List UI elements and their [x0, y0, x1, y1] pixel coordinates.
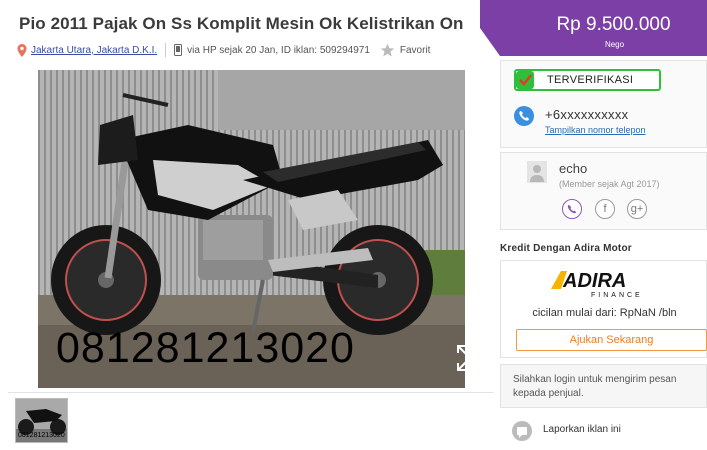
google-plus-icon[interactable]: g+	[627, 199, 647, 219]
expand-icon[interactable]	[455, 343, 485, 373]
viber-icon[interactable]	[562, 199, 582, 219]
installment-text: cicilan mulai dari: RpNaN /bln	[532, 307, 677, 319]
posted-info: via HP sejak 20 Jan, ID iklan: 509294971	[187, 44, 370, 56]
sidebar: Rp 9.500.000 Nego TERVERIFIKASI +6xxxxxx…	[480, 0, 707, 450]
listing-meta: Jakarta Utara, Jakarta D.K.I. via HP sej…	[17, 41, 430, 59]
phone-number: +6xxxxxxxxxx	[545, 107, 629, 122]
facebook-icon[interactable]: f	[595, 199, 615, 219]
location-pin-icon	[17, 43, 27, 57]
credit-title: Kredit Dengan Adira Motor	[500, 243, 632, 254]
svg-text:ADIRA: ADIRA	[562, 270, 626, 292]
favorite-link[interactable]: Favorit	[400, 45, 431, 56]
show-phone-link[interactable]: Tampilkan nomor telepon	[545, 125, 646, 135]
star-icon[interactable]	[380, 43, 395, 58]
thumbnail-phone-overlay: 081281213020	[18, 432, 65, 439]
user-box: echo (Member sejak Agt 2017) f g+	[500, 152, 707, 230]
price-amount: Rp 9.500.000	[556, 14, 671, 35]
report-link[interactable]: Laporkan iklan ini	[543, 424, 621, 435]
credit-box: ADIRA FINANCE cicilan mulai dari: RpNaN …	[500, 260, 707, 358]
listing-panel: Pio 2011 Pajak On Ss Komplit Mesin Ok Ke…	[8, 0, 494, 450]
avatar-icon	[527, 161, 547, 183]
phone-circle-icon	[514, 106, 534, 126]
photo-thumbnail[interactable]: 081281213020	[15, 398, 68, 443]
verified-label: TERVERIFIKASI	[547, 74, 634, 86]
verified-badge: TERVERIFIKASI	[514, 69, 661, 91]
meta-divider	[165, 43, 167, 57]
location-link[interactable]: Jakarta Utara, Jakarta D.K.I.	[31, 45, 157, 56]
report-icon[interactable]	[512, 421, 532, 441]
apply-button[interactable]: Ajukan Sekarang	[516, 329, 707, 351]
divider	[8, 392, 494, 393]
member-since: (Member sejak Agt 2017)	[559, 179, 660, 189]
login-notice: Silahkan login untuk mengirim pesan kepa…	[513, 374, 677, 399]
verified-check-icon	[516, 71, 534, 89]
adira-finance-logo: ADIRA FINANCE	[551, 270, 643, 299]
svg-text:FINANCE: FINANCE	[591, 292, 643, 299]
price-note: Nego	[604, 40, 625, 49]
phone-icon	[174, 44, 183, 56]
photo-phone-overlay: 081281213020	[56, 324, 355, 372]
seller-contact-box: TERVERIFIKASI +6xxxxxxxxxx Tampilkan nom…	[500, 60, 707, 148]
seller-name[interactable]: echo	[559, 161, 587, 176]
page-title: Pio 2011 Pajak On Ss Komplit Mesin Ok Ke…	[19, 14, 464, 33]
login-notice-box: Silahkan login untuk mengirim pesan kepa…	[500, 364, 707, 408]
